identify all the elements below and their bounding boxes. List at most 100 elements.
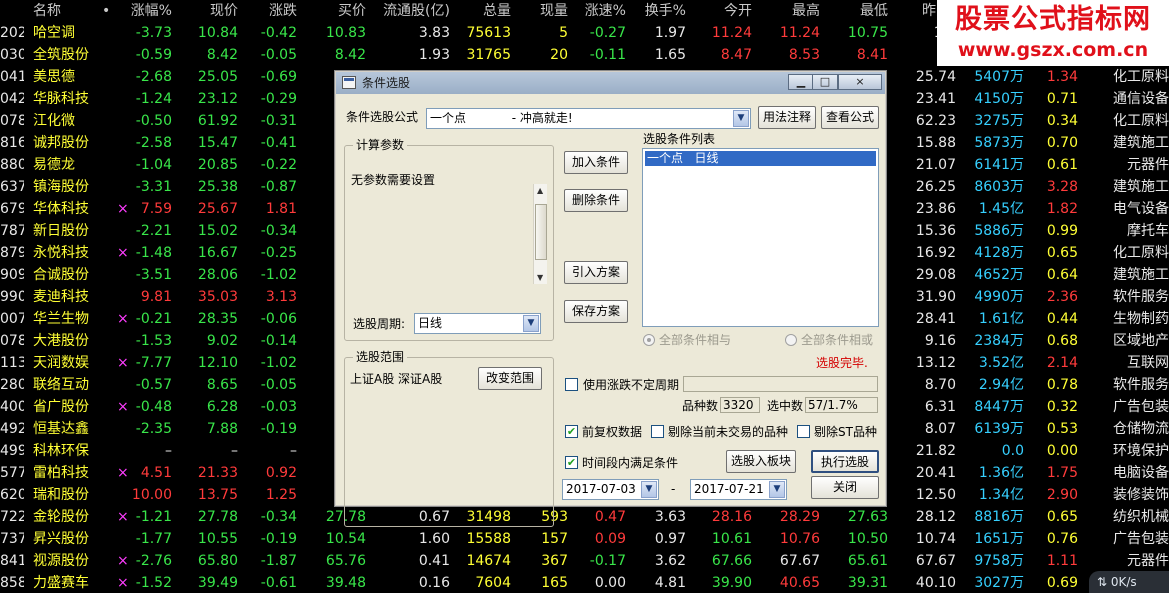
close-button[interactable]: 关闭 (811, 476, 879, 499)
chg-pct-cell: -2.68 (135, 69, 172, 85)
change-range-button[interactable]: 改变范围 (478, 367, 542, 390)
date-from-picker[interactable]: 2017-07-03 ▼ (562, 479, 659, 500)
ratio-cell: 1.11 (1046, 553, 1078, 569)
chg-pct-cell: -1.04 (135, 157, 172, 173)
stock-name: 天润数娱 (33, 355, 89, 371)
stock-name: 华脉科技 (33, 91, 89, 107)
high-cell: 28.29 (779, 509, 820, 525)
low-cell: 10.75 (847, 25, 888, 41)
prev-cell: 67.67 (915, 553, 956, 569)
table-row[interactable]: 858 力盛赛车 × -1.52 39.49 -0.61 39.48 0.16 7604 165 0… (0, 572, 1169, 593)
close-window-button[interactable]: × (838, 74, 882, 90)
exclude-st-checkbox[interactable] (797, 425, 810, 438)
table-row[interactable]: 722 金轮股份 × -1.21 27.78 -0.34 27.78 0.67 31498 593… (0, 506, 1169, 528)
turnover-cell: 3.62 (654, 553, 686, 569)
add-to-block-button[interactable]: 选股入板块 (726, 450, 796, 473)
amount-cell: 4128万 (974, 245, 1024, 261)
params-scrollbar[interactable]: ▲ ▼ (533, 184, 547, 284)
chg-pct-cell: 9.81 (140, 289, 172, 305)
scroll-up-icon[interactable]: ▲ (537, 186, 543, 195)
change-cell: -0.03 (260, 399, 297, 415)
dialog-title: 条件选股 (362, 76, 411, 90)
maximize-button[interactable]: □ (812, 74, 838, 90)
table-row[interactable]: 737 昇兴股份 -1.77 10.55 -0.19 10.54 1.60 15588 157 0… (0, 528, 1169, 550)
formula-select[interactable]: 一个点 - 冲高就走! ▼ (426, 108, 751, 129)
chg-pct-cell: – (165, 443, 172, 459)
list-item[interactable]: 一个点 日线 (645, 151, 876, 166)
scroll-thumb[interactable] (535, 204, 547, 260)
col-open-header[interactable]: 今开 (696, 0, 752, 22)
col-bid-header[interactable]: 买价 (306, 0, 366, 22)
code-cell: 202 (0, 25, 24, 41)
stock-name: 江化微 (33, 113, 75, 129)
time-range-checkbox[interactable]: ✔ (565, 456, 578, 469)
dialog-titlebar[interactable]: 条件选股 ▁ □ × (336, 72, 885, 94)
col-name-header[interactable]: 名称 (33, 0, 93, 22)
ratio-cell: 3.28 (1046, 179, 1078, 195)
execute-picking-button[interactable]: 执行选股 (811, 450, 879, 473)
industry-cell: 建筑施工 (1113, 135, 1169, 151)
low-cell: 39.31 (847, 575, 888, 591)
float-cell: 3.83 (418, 25, 450, 41)
col-price-header[interactable]: 现价 (180, 0, 238, 22)
amount-cell: 5886万 (974, 223, 1024, 239)
range-text: 上证A股 深证A股 (350, 372, 443, 386)
ratio-cell: 0.70 (1046, 135, 1078, 151)
col-float-header[interactable]: 流通股(亿) (370, 0, 450, 22)
industry-cell: 通信设备 (1113, 91, 1169, 107)
ratio-cell: 1.75 (1046, 465, 1078, 481)
col-high-header[interactable]: 最高 (764, 0, 820, 22)
ratio-cell: 1.82 (1046, 201, 1078, 217)
params-text: 无参数需要设置 (351, 173, 436, 187)
high-cell: 11.24 (779, 25, 820, 41)
radio-and[interactable] (643, 334, 655, 346)
stock-name: 永悦科技 (33, 245, 89, 261)
view-formula-button[interactable]: 查看公式 (821, 106, 879, 129)
col-turnover-header[interactable]: 换手% (630, 0, 686, 22)
chg-pct-cell: -3.73 (135, 25, 172, 41)
col-chg-pct-header[interactable]: 涨幅% (112, 0, 172, 22)
add-condition-button[interactable]: 加入条件 (564, 151, 628, 174)
condition-list[interactable]: 一个点 日线 (642, 148, 879, 327)
delete-condition-button[interactable]: 删除条件 (564, 189, 628, 212)
code-cell: 620 (0, 487, 24, 503)
import-scheme-button[interactable]: 引入方案 (564, 261, 628, 284)
pre-adjust-checkbox[interactable]: ✔ (565, 425, 578, 438)
open-cell: 67.66 (711, 553, 752, 569)
col-volume-header[interactable]: 总量 (455, 0, 511, 22)
code-cell: 113 (0, 355, 24, 371)
table-row[interactable]: 841 视源股份 × -2.76 65.80 -1.87 65.76 0.41 14674 367… (0, 550, 1169, 572)
speed-cell: 0.00 (594, 575, 626, 591)
chg-pct-cell: -0.57 (135, 377, 172, 393)
date-to-picker[interactable]: 2017-07-21 ▼ (690, 479, 787, 500)
low-cell: 8.41 (856, 47, 888, 63)
chevron-down-icon[interactable]: ▼ (641, 481, 657, 498)
amount-cell: 2.94亿 (978, 377, 1024, 393)
col-change-header[interactable]: 涨跌 (245, 0, 297, 22)
turnover-cell: 0.97 (654, 531, 686, 547)
radio-or[interactable] (785, 334, 797, 346)
ratio-cell: 0.61 (1046, 157, 1078, 173)
date-to-value: 2017-07-21 (694, 482, 764, 496)
stock-name: 镇海股份 (33, 179, 89, 195)
exclude-untraded-checkbox[interactable] (651, 425, 664, 438)
usage-notes-button[interactable]: 用法注释 (758, 106, 816, 129)
price-cell: 10.84 (197, 25, 238, 41)
chevron-down-icon[interactable]: ▼ (523, 315, 539, 332)
code-cell: 078 (0, 113, 24, 129)
chevron-down-icon[interactable]: ▼ (733, 110, 749, 127)
period-select[interactable]: 日线 ▼ (414, 313, 541, 334)
code-cell: 041 (0, 69, 24, 85)
scroll-down-icon[interactable]: ▼ (537, 273, 543, 282)
use-period-checkbox[interactable] (565, 378, 578, 391)
save-scheme-button[interactable]: 保存方案 (564, 300, 628, 323)
price-cell: 23.12 (197, 91, 238, 107)
high-cell: 8.53 (788, 47, 820, 63)
minimize-button[interactable]: ▁ (788, 74, 814, 90)
chevron-down-icon[interactable]: ▼ (769, 481, 785, 498)
price-cell: 16.67 (197, 245, 238, 261)
col-cur-vol-header[interactable]: 现量 (520, 0, 568, 22)
col-speed-header[interactable]: 涨速% (576, 0, 626, 22)
col-low-header[interactable]: 最低 (832, 0, 888, 22)
speed-cell: -0.11 (589, 47, 626, 63)
